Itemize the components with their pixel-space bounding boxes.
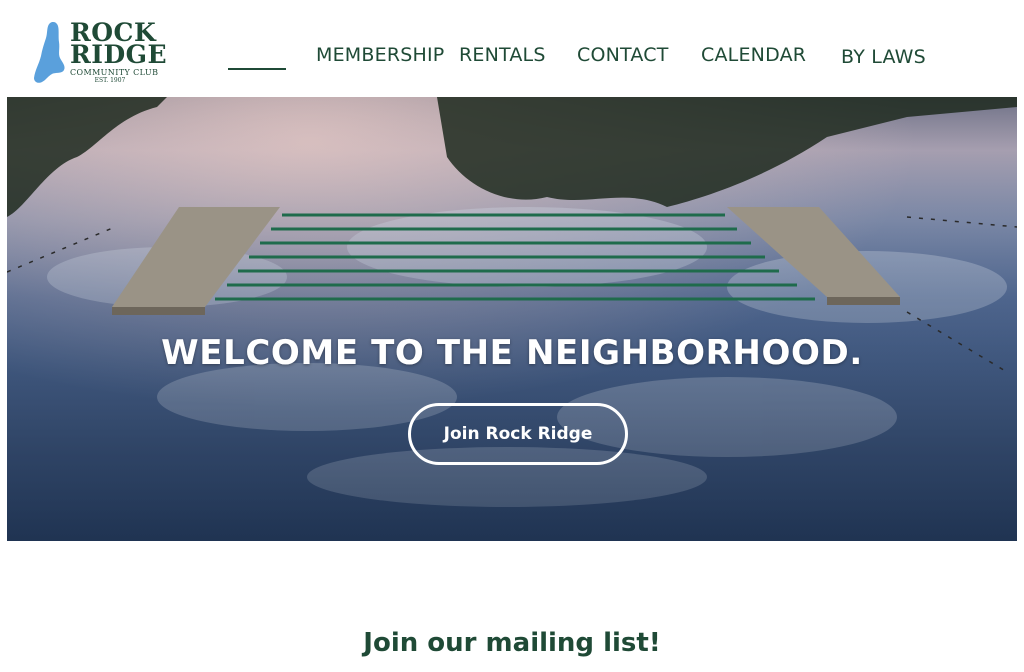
site-header: ROCK RIDGE COMMUNITY CLUB EST. 1907 MEMB…	[0, 0, 1024, 97]
join-rock-ridge-button[interactable]: Join Rock Ridge	[408, 403, 628, 465]
mailing-list-heading: Join our mailing list!	[363, 628, 661, 658]
main-nav: MEMBERSHIP RENTALS CONTACT CALENDAR BY L…	[0, 0, 1024, 97]
nav-item-calendar[interactable]: CALENDAR	[701, 44, 806, 66]
nav-item-rentals[interactable]: RENTALS	[459, 44, 546, 66]
nav-item-membership[interactable]: MEMBERSHIP	[316, 44, 444, 66]
nav-active-underline	[228, 68, 286, 70]
hero-banner: WELCOME TO THE NEIGHBORHOOD. Join Rock R…	[7, 97, 1017, 541]
nav-item-bylaws[interactable]: BY LAWS	[841, 46, 926, 68]
hero-lake-image	[7, 97, 1017, 541]
hero-title: WELCOME TO THE NEIGHBORHOOD.	[161, 333, 863, 373]
nav-item-contact[interactable]: CONTACT	[577, 44, 669, 66]
